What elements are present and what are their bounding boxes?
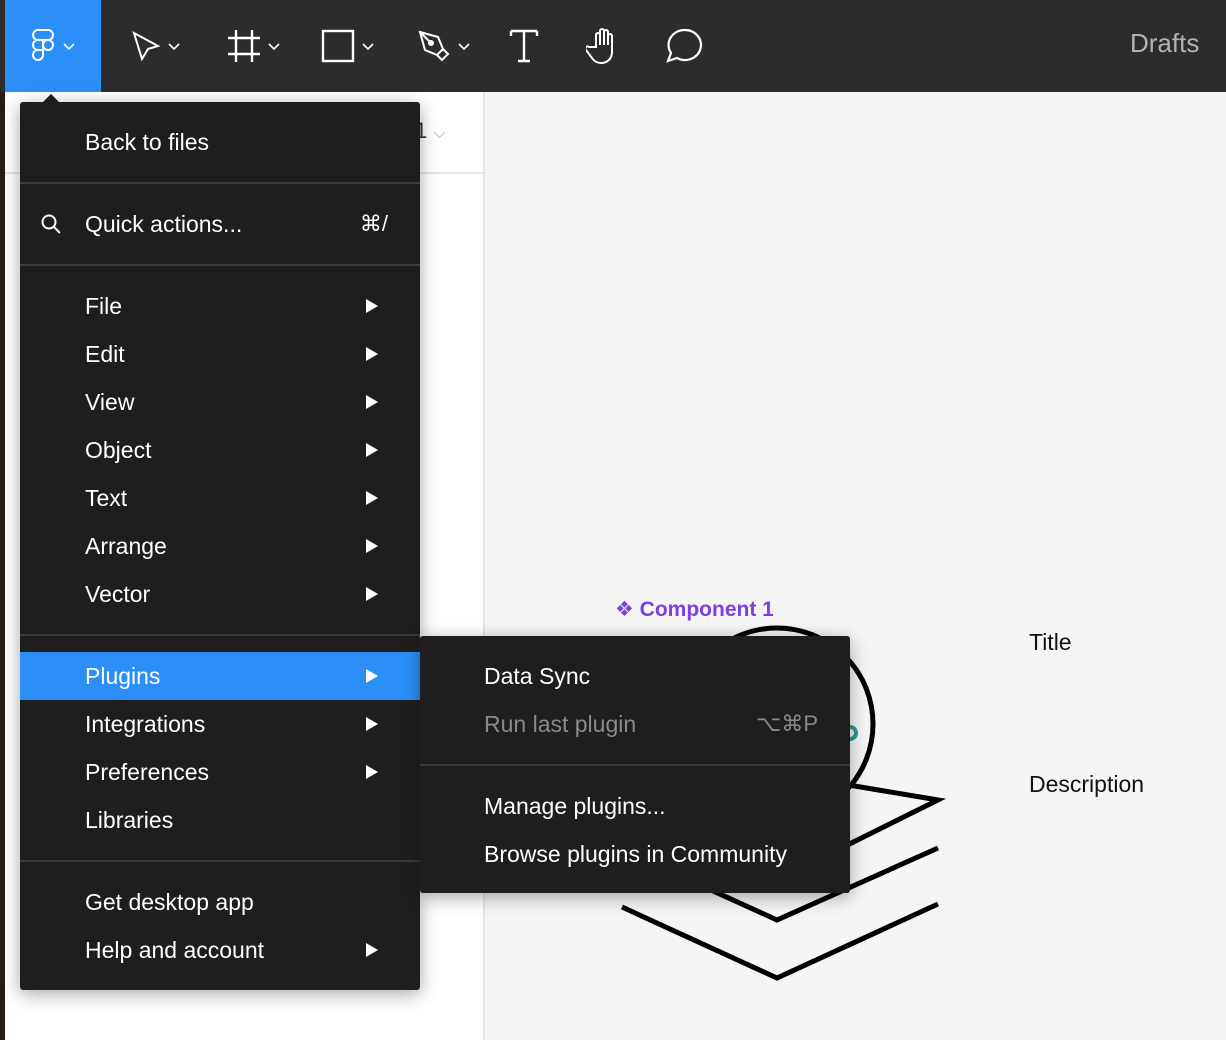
menu-item-quick-actions[interactable]: Quick actions... ⌘/ [20, 200, 420, 248]
menu-item-arrange[interactable]: Arrange [20, 522, 420, 570]
submenu-arrow-icon [366, 539, 378, 553]
submenu-arrow-icon [366, 443, 378, 457]
shortcut: ⌘/ [359, 211, 388, 236]
menu-item-integrations[interactable]: Integrations [20, 700, 420, 748]
menu-item-preferences[interactable]: Preferences [20, 748, 420, 796]
component-name: Component 1 [639, 598, 774, 621]
menu-item-label: Browse plugins in Community [484, 840, 787, 867]
submenu-arrow-icon [366, 395, 378, 409]
component-icon: ❖ [615, 598, 634, 621]
menu-item-label: Plugins [85, 662, 161, 689]
submenu-arrow-icon [366, 669, 378, 683]
description-text[interactable]: Description [1029, 771, 1144, 798]
menu-item-manage-plugins[interactable]: Manage plugins... [420, 782, 850, 830]
menu-item-label: View [85, 388, 135, 415]
submenu-arrow-icon [366, 943, 378, 957]
submenu-arrow-icon [366, 587, 378, 601]
menu-item-label: Edit [85, 340, 125, 367]
menu-item-label: Arrange [85, 532, 167, 559]
menu-item-label: Quick actions... [85, 210, 243, 237]
component-label[interactable]: ❖ Component 1 [615, 597, 774, 622]
menu-item-help-and-account[interactable]: Help and account [20, 926, 420, 974]
menu-item-label: Object [85, 436, 152, 463]
menu-item-label: Back to files [85, 128, 209, 155]
shortcut: ⌥⌘P [755, 711, 818, 736]
menu-item-label: Preferences [85, 758, 210, 785]
menu-item-label: Run last plugin [484, 710, 637, 737]
menu-item-text[interactable]: Text [20, 474, 420, 522]
submenu-arrow-icon [366, 299, 378, 313]
menu-separator [20, 860, 420, 862]
menu-separator [20, 634, 420, 636]
menu-item-libraries[interactable]: Libraries [20, 796, 420, 844]
menu-separator [420, 764, 850, 766]
menu-item-label: File [85, 292, 123, 319]
menu-item-label: Help and account [85, 936, 265, 963]
submenu-arrow-icon [366, 765, 378, 779]
menu-item-run-last-plugin: Run last plugin ⌥⌘P [420, 700, 850, 748]
menu-item-object[interactable]: Object [20, 426, 420, 474]
menu-item-edit[interactable]: Edit [20, 330, 420, 378]
menu-item-label: Get desktop app [85, 888, 254, 915]
menu-item-label: Libraries [85, 806, 174, 833]
menu-item-view[interactable]: View [20, 378, 420, 426]
menu-item-label: Vector [85, 580, 151, 607]
menu-item-file[interactable]: File [20, 282, 420, 330]
title-text[interactable]: Title [1029, 629, 1072, 656]
submenu-arrow-icon [366, 491, 378, 505]
menu-item-label: Text [85, 484, 128, 511]
submenu-arrow-icon [366, 347, 378, 361]
menu-item-vector[interactable]: Vector [20, 570, 420, 618]
menu-item-label: Data Sync [484, 662, 591, 689]
plugins-submenu: Data Sync Run last plugin ⌥⌘P Manage plug… [420, 636, 850, 893]
menu-separator [20, 264, 420, 266]
submenu-arrow-icon [366, 717, 378, 731]
menu-item-label: Integrations [85, 710, 206, 737]
search-icon [41, 214, 61, 234]
menu-separator [20, 182, 420, 184]
menu-item-browse-plugins[interactable]: Browse plugins in Community [420, 830, 850, 878]
menu-item-data-sync[interactable]: Data Sync [420, 652, 850, 700]
menu-item-plugins[interactable]: Plugins [20, 652, 420, 700]
menu-item-back-to-files[interactable]: Back to files [20, 118, 420, 166]
layer-shape-bottom [620, 901, 940, 981]
menu-item-get-desktop-app[interactable]: Get desktop app [20, 878, 420, 926]
menu-item-label: Manage plugins... [484, 792, 666, 819]
main-menu: Back to files Quick actions... ⌘/ File Ed… [20, 102, 420, 990]
